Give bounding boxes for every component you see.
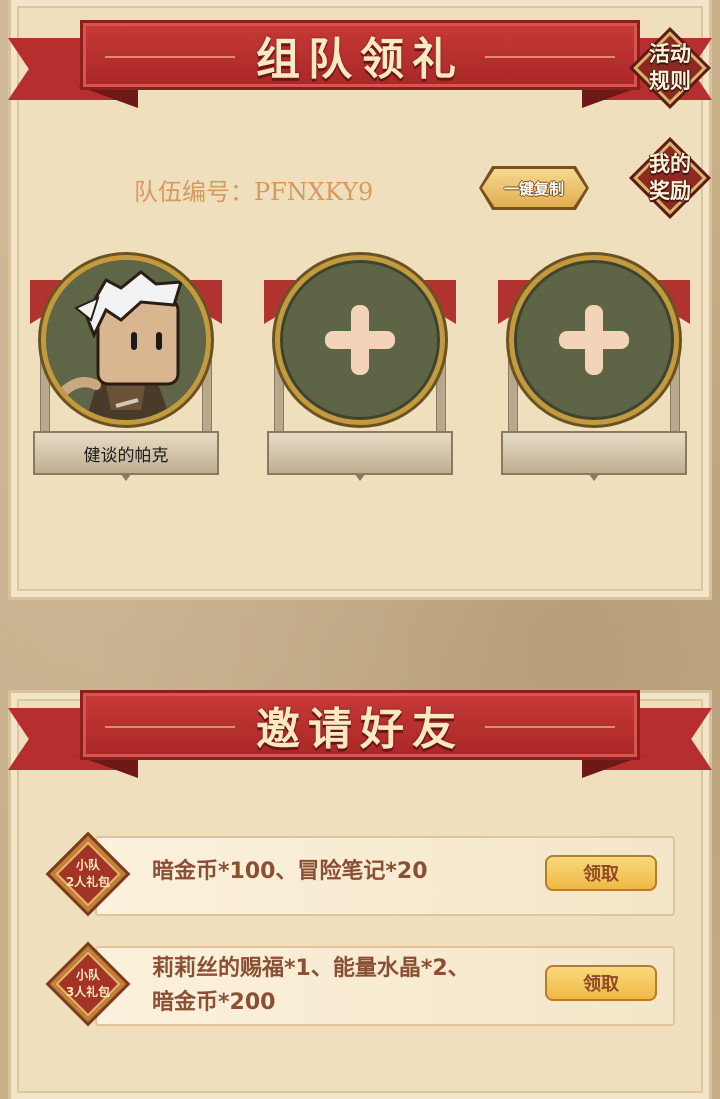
invite-member-button[interactable] [509, 255, 679, 425]
activity-rules-button[interactable]: 活动 规则 [630, 28, 710, 108]
reward-badge: 小队 3人礼包 [45, 941, 131, 1027]
member-slot-1: 健谈的帕克 [28, 255, 224, 485]
plus-icon [325, 305, 395, 375]
plus-icon [559, 305, 629, 375]
invite-title-ribbon: 邀请好友 [8, 678, 712, 778]
member-slot-3 [496, 255, 692, 485]
member-avatar[interactable] [41, 255, 211, 425]
reward-description: 暗金币*100、冒险笔记*20 [152, 859, 428, 884]
reward-badge-label: 小队 2人礼包 [65, 858, 111, 889]
reward-row-2: 小队 3人礼包 莉莉丝的赐福*1、能量水晶*2、 暗金币*200 领取 [40, 938, 680, 1030]
my-rewards-button[interactable]: 我的 奖励 [630, 138, 710, 218]
member-name-plate: 健谈的帕克 [33, 431, 219, 475]
member-name-plate [267, 431, 453, 475]
invite-section-title: 邀请好友 [256, 704, 464, 755]
copy-button[interactable]: 一键复制 [482, 169, 586, 207]
my-rewards-label: 我的 奖励 [649, 152, 691, 203]
claim-button[interactable]: 领取 [545, 855, 657, 891]
reward-row-1: 小队 2人礼包 暗金币*100、冒险笔记*20 领取 [40, 828, 680, 920]
activity-rules-label: 活动 规则 [649, 42, 691, 93]
invite-member-button[interactable] [275, 255, 445, 425]
member-slot-2 [262, 255, 458, 485]
reward-badge-label: 小队 3人礼包 [65, 968, 111, 999]
member-name: 健谈的帕克 [83, 445, 169, 466]
avatar-character [46, 260, 206, 420]
team-id-label: 队伍编号：PFNXKY9 [134, 178, 374, 206]
reward-description: 莉莉丝的赐福*1、能量水晶*2、 暗金币*200 [152, 956, 470, 1015]
team-title-ribbon: 组队领礼 [8, 8, 712, 108]
reward-badge: 小队 2人礼包 [45, 831, 131, 917]
member-name-plate [501, 431, 687, 475]
claim-button[interactable]: 领取 [545, 965, 657, 1001]
team-section-title: 组队领礼 [256, 34, 464, 85]
